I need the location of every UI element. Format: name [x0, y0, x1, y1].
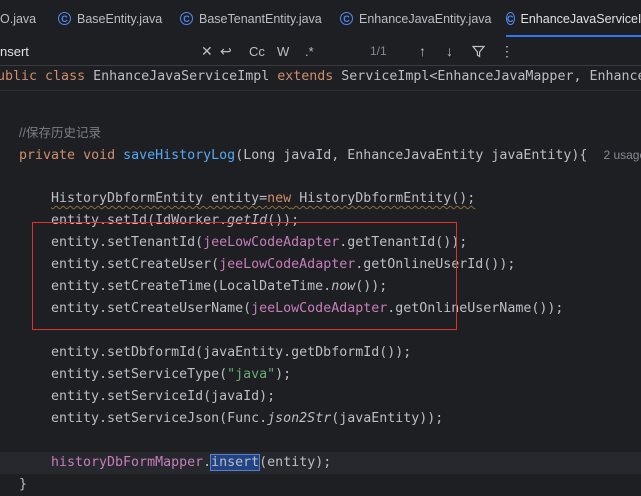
search-match-highlight: insert	[211, 455, 259, 470]
code-line-class-decl: ublic class EnhanceJavaServiceImpl exten…	[0, 66, 641, 88]
static-call: json2Str	[267, 411, 331, 426]
class-name: EnhanceJavaServiceImpl	[93, 69, 269, 84]
code-text: entity.setServiceJson(Func.	[51, 411, 267, 426]
match-counter-text: 1/1	[370, 44, 387, 58]
keyword: private	[19, 148, 75, 163]
code-text: .	[203, 455, 211, 470]
usages-hint[interactable]: 2 usage	[603, 148, 641, 162]
regex-label: .*	[305, 44, 314, 59]
code-line-8: entity.setServiceType("java");	[51, 364, 291, 386]
next-occurrence-icon[interactable]: ↓	[446, 37, 453, 65]
tab-label: BaseTenantEntity.java	[199, 12, 322, 26]
code-segment: HistoryDbformEntity entity=new HistoryDb…	[51, 191, 475, 206]
code-line-1: HistoryDbformEntity entity=new HistoryDb…	[51, 188, 475, 210]
filter-icon[interactable]	[472, 37, 485, 65]
find-bar: nsert ✕ ↩ Cc W .* 1/1 ↑ ↓ ⋮	[0, 37, 641, 66]
whole-words-label: W	[277, 44, 289, 59]
keyword: class	[45, 69, 85, 84]
keyword: ublic	[0, 69, 37, 84]
regex-button[interactable]: .*	[305, 37, 314, 65]
match-case-button[interactable]: Cc	[249, 37, 265, 65]
code-line-7: entity.setDbformId(javaEntity.getDbformI…	[51, 342, 411, 364]
code-text: (entity);	[259, 455, 331, 470]
keyword: extends	[277, 69, 333, 84]
field-ref: historyDbFormMapper	[51, 455, 203, 470]
whole-words-button[interactable]: W	[277, 37, 289, 65]
clear-search-icon[interactable]: ✕	[201, 37, 213, 65]
tab-label: BaseEntity.java	[77, 12, 162, 26]
code-text: HistoryDbformEntity entity=	[51, 191, 267, 206]
code-line-11: historyDbFormMapper.insert(entity);	[51, 452, 331, 474]
class-icon: C	[340, 12, 353, 25]
keyword: new	[267, 191, 291, 206]
code-line-10: entity.setServiceJson(Func.json2Str(java…	[51, 408, 443, 430]
class-icon: C	[506, 12, 515, 25]
tab-label: EnhanceJavaServiceIm	[521, 12, 641, 26]
code-comment: //保存历史记录	[19, 122, 101, 144]
code-line-method-decl: private void saveHistoryLog(Long javaId,…	[19, 144, 641, 166]
tab-base-entity[interactable]: C BaseEntity.java	[58, 0, 162, 37]
code-text: (javaEntity));	[331, 411, 443, 426]
keyword: void	[83, 148, 115, 163]
code-line-12: }	[19, 474, 27, 496]
find-input[interactable]: nsert	[0, 37, 195, 65]
more-options-icon[interactable]: ⋮	[500, 37, 514, 65]
previous-occurrence-icon[interactable]: ↑	[419, 37, 426, 65]
method-params: (Long javaId, EnhanceJavaEntity javaEnti…	[235, 148, 587, 163]
superclass: ServiceImpl<EnhanceJavaMapper, Enhance	[341, 69, 641, 84]
string-literal: "java"	[227, 367, 275, 382]
code-text: HistoryDbformEntity();	[291, 191, 475, 206]
method-name: saveHistoryLog	[123, 148, 235, 163]
tab-enhance-java-service-impl[interactable]: C EnhanceJavaServiceIm	[506, 0, 641, 37]
annotation-red-box	[32, 222, 457, 330]
match-counter: 1/1	[370, 37, 387, 65]
search-history-icon[interactable]: ↩	[220, 37, 232, 65]
class-icon: C	[180, 12, 193, 25]
match-case-label: Cc	[249, 44, 265, 59]
code-line-9: entity.setServiceId(javaId);	[51, 386, 275, 408]
find-query: nsert	[0, 44, 29, 59]
separator	[0, 90, 641, 91]
tab-label: O.java	[0, 12, 36, 26]
tab-base-tenant-entity[interactable]: C BaseTenantEntity.java	[180, 0, 322, 37]
tab-enhance-java-entity[interactable]: C EnhanceJavaEntity.java	[340, 0, 492, 37]
tab-o-java[interactable]: O.java	[0, 0, 36, 37]
code-text: entity.setServiceType(	[51, 367, 227, 382]
tab-label: EnhanceJavaEntity.java	[359, 12, 492, 26]
editor-tab-bar: O.java C BaseEntity.java C BaseTenantEnt…	[0, 0, 641, 38]
code-text: );	[275, 367, 291, 382]
class-icon: C	[58, 12, 71, 25]
